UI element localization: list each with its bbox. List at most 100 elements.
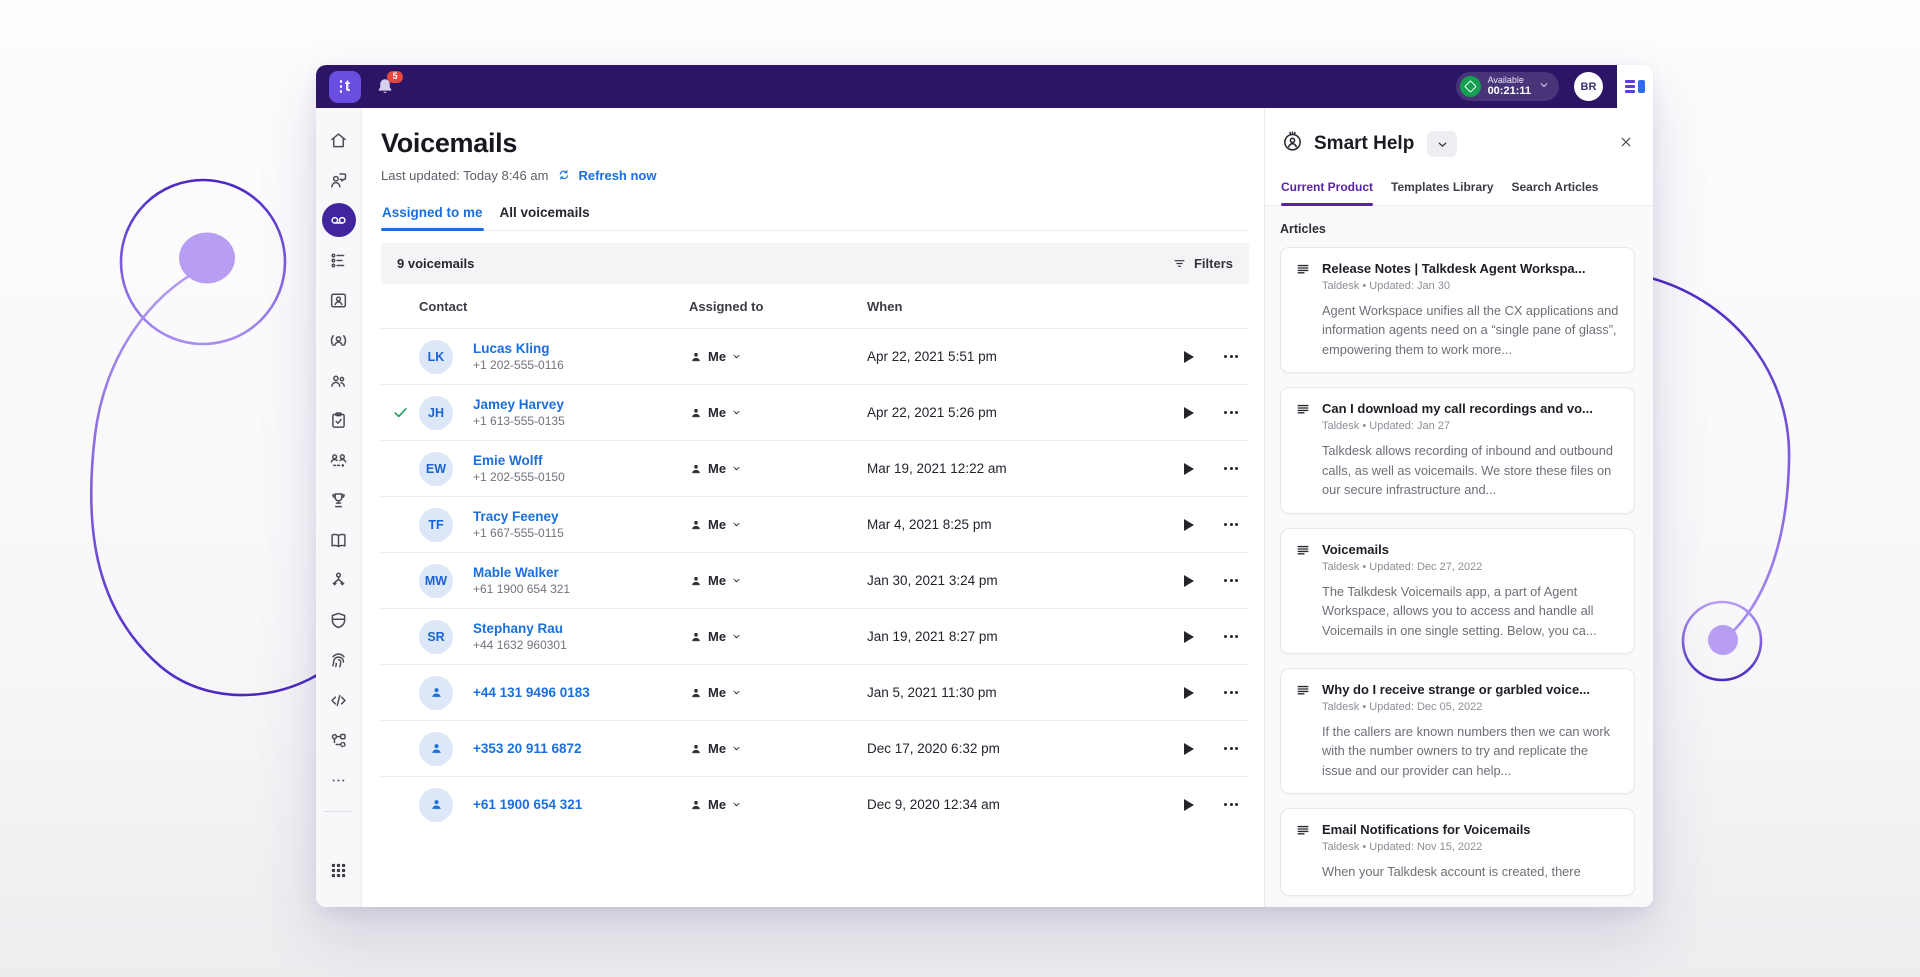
more-options-button[interactable] (1213, 685, 1249, 700)
sidebar-divider (324, 811, 353, 812)
article-card[interactable]: Can I download my call recordings and vo… (1280, 387, 1635, 513)
sidebar-item[interactable] (322, 523, 356, 557)
play-button[interactable] (1165, 631, 1213, 643)
assigned-to-dropdown[interactable]: Me (689, 685, 867, 700)
close-panel-button[interactable] (1615, 131, 1637, 158)
sidebar-item[interactable] (322, 683, 356, 717)
more-options-button[interactable] (1213, 517, 1249, 532)
article-card[interactable]: Why do I receive strange or garbled voic… (1280, 668, 1635, 794)
play-button[interactable] (1165, 743, 1213, 755)
more-options-button[interactable] (1213, 573, 1249, 588)
sidebar-item[interactable] (322, 203, 356, 237)
presence-status-pill[interactable]: Available 00:21:11 (1456, 72, 1559, 101)
play-button[interactable] (1165, 799, 1213, 811)
assigned-to-dropdown[interactable]: Me (689, 629, 867, 644)
article-card[interactable]: Email Notifications for Voicemails Talde… (1280, 808, 1635, 895)
contact-phone: +44 1632 960301 (473, 638, 689, 652)
contact-name-link[interactable]: Mable Walker (473, 565, 689, 580)
sidebar-item[interactable] (322, 563, 356, 597)
play-button[interactable] (1165, 351, 1213, 363)
assigned-to-value: Me (708, 685, 726, 700)
sidebar-item[interactable] (322, 763, 356, 797)
gamification-trophy-icon (328, 490, 349, 511)
voicemails-tab[interactable]: Assigned to me (381, 205, 484, 230)
smart-help-panel: Smart Help Current Product Templates Lib… (1264, 108, 1653, 907)
more-options-button[interactable] (1213, 349, 1249, 364)
assigned-to-dropdown[interactable]: Me (689, 797, 867, 812)
sidebar-item[interactable] (322, 403, 356, 437)
decor-right (1643, 276, 1789, 680)
sidebar-item[interactable] (322, 643, 356, 677)
help-tab[interactable]: Current Product (1281, 180, 1373, 205)
smart-help-dropdown-button[interactable] (1427, 131, 1457, 157)
assigned-to-dropdown[interactable]: Me (689, 573, 867, 588)
notifications-bell-icon[interactable]: 5 (374, 76, 396, 98)
article-card[interactable]: Voicemails Taldesk • Updated: Dec 27, 20… (1280, 528, 1635, 654)
table-row: JH Jamey Harvey +1 613-555-0135 Me A (381, 384, 1249, 440)
contact-name-link[interactable]: Tracy Feeney (473, 509, 689, 524)
assigned-to-value: Me (708, 461, 726, 476)
sidebar-item[interactable] (322, 363, 356, 397)
more-options-button[interactable] (1213, 741, 1249, 756)
list-toolbar: 9 voicemails Filters (381, 243, 1249, 284)
more-options-button[interactable] (1213, 629, 1249, 644)
voicemail-date: Dec 17, 2020 6:32 pm (867, 741, 1165, 756)
sidebar-item[interactable] (322, 243, 356, 277)
contact-name-link[interactable]: +353 20 911 6872 (473, 741, 689, 756)
voicemails-tab[interactable]: All voicemails (499, 205, 591, 230)
sidebar-item[interactable] (322, 323, 356, 357)
contact-name-link[interactable]: Stephany Rau (473, 621, 689, 636)
help-tab[interactable]: Templates Library (1391, 180, 1493, 205)
filters-button[interactable]: Filters (1172, 256, 1233, 271)
contact-name-link[interactable]: Jamey Harvey (473, 397, 689, 412)
chevron-down-icon (731, 519, 742, 530)
articles-list[interactable]: Articles Release Notes | Talkdesk Agent … (1265, 206, 1653, 907)
assigned-to-dropdown[interactable]: Me (689, 349, 867, 364)
article-snippet: The Talkdesk Voicemails app, a part of A… (1322, 582, 1620, 640)
sidebar-item[interactable] (322, 603, 356, 637)
article-card[interactable]: Release Notes | Talkdesk Agent Workspa..… (1280, 247, 1635, 373)
play-button[interactable] (1165, 519, 1213, 531)
play-button[interactable] (1165, 463, 1213, 475)
refresh-now-link[interactable]: Refresh now (557, 168, 656, 183)
talkdesk-logo[interactable]: t (329, 71, 361, 103)
table-row: SR Stephany Rau +44 1632 960301 Me J (381, 608, 1249, 664)
panel-toggle-icon[interactable] (1617, 65, 1653, 108)
assigned-to-dropdown[interactable]: Me (689, 461, 867, 476)
help-tab[interactable]: Search Articles (1512, 180, 1599, 205)
sidebar-item[interactable] (322, 443, 356, 477)
play-button[interactable] (1165, 407, 1213, 419)
logo-dots (340, 80, 343, 93)
assigned-to-dropdown[interactable]: Me (689, 405, 867, 420)
more-options-button[interactable] (1213, 405, 1249, 420)
more-options-button[interactable] (1213, 461, 1249, 476)
smart-help-title: Smart Help (1314, 133, 1414, 155)
person-icon (689, 630, 703, 644)
contact-name-link[interactable]: Lucas Kling (473, 341, 689, 356)
person-icon (689, 686, 703, 700)
sidebar-item[interactable] (322, 483, 356, 517)
play-button[interactable] (1165, 575, 1213, 587)
contact-name-link[interactable]: +61 1900 654 321 (473, 797, 689, 812)
top-bar-main: t 5 Available 00:21:11 BR (316, 65, 1617, 108)
assigned-to-dropdown[interactable]: Me (689, 741, 867, 756)
play-button[interactable] (1165, 687, 1213, 699)
contact-avatar: LK (419, 340, 453, 374)
assigned-to-dropdown[interactable]: Me (689, 517, 867, 532)
voicemail-count: 9 voicemails (397, 256, 474, 271)
contact-name-link[interactable]: +44 131 9496 0183 (473, 685, 689, 700)
sidebar-item[interactable] (322, 123, 356, 157)
sidebar-item[interactable] (322, 283, 356, 317)
user-avatar[interactable]: BR (1574, 72, 1603, 101)
sidebar-item[interactable] (322, 723, 356, 757)
chevron-down-icon (731, 407, 742, 418)
contact-avatar: TF (419, 508, 453, 542)
voicemail-icon (328, 210, 349, 231)
contact-phone: +1 613-555-0135 (473, 414, 689, 428)
sidebar-item[interactable] (322, 163, 356, 197)
article-document-icon (1295, 822, 1311, 881)
contact-name-link[interactable]: Emie Wolff (473, 453, 689, 468)
more-ellipsis-icon (328, 770, 349, 791)
apps-grid-icon[interactable] (322, 853, 356, 887)
more-options-button[interactable] (1213, 797, 1249, 812)
